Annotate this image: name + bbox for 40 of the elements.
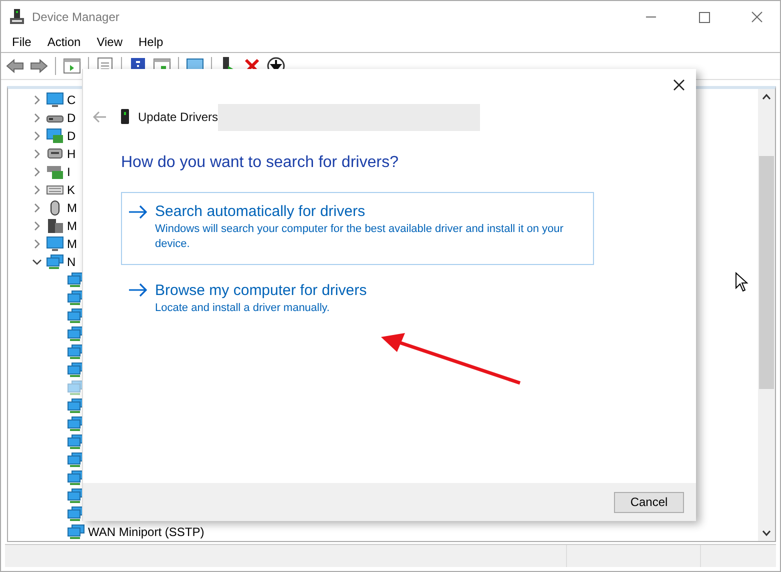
cancel-button[interactable]: Cancel: [614, 492, 684, 512]
menu-item[interactable]: File: [4, 35, 40, 49]
dialog-title: Update Drivers: [138, 110, 218, 124]
monitor-icon: [46, 236, 64, 252]
device-icon: [9, 8, 25, 24]
tree-item[interactable]: N: [67, 255, 76, 269]
option-description: Locate and install a driver manually.: [155, 300, 331, 316]
dialog-heading: How do you want to search for drivers?: [121, 154, 400, 172]
tree-item[interactable]: M: [67, 237, 77, 251]
option-description: Windows will search your computer for the best available driver and install it on your device.: [155, 222, 564, 252]
window-title: Device Manager: [32, 10, 120, 24]
forward-icon[interactable]: [29, 56, 49, 76]
menu-item[interactable]: Help: [130, 35, 172, 49]
option-title: Browse my computer for drivers: [155, 282, 367, 299]
back-icon[interactable]: [5, 56, 25, 76]
option-title: Search automatically for drivers: [155, 203, 366, 220]
monitor-icon: [46, 92, 64, 108]
network-icon: [67, 524, 85, 540]
menu-item[interactable]: View: [88, 35, 130, 49]
tree-item[interactable]: I: [67, 165, 70, 179]
scrollbar-thumb[interactable]: [759, 156, 774, 389]
tree-item[interactable]: H: [67, 147, 76, 161]
back-arrow-icon[interactable]: [92, 110, 108, 124]
device-icon: [120, 109, 130, 125]
option-link[interactable]: Search automatically for drivers Windows will search your computer for the best available driver and install it on your device.: [121, 192, 594, 265]
option-link[interactable]: Browse my computer for drivers Locate and install a driver manually.: [121, 270, 594, 329]
tree-item[interactable]: K: [67, 183, 76, 197]
arrow-icon: [128, 282, 148, 298]
close-icon[interactable]: [672, 78, 686, 92]
tree-item[interactable]: C: [67, 93, 76, 107]
window-icon[interactable]: [62, 56, 82, 76]
mouse-pointer-icon: [735, 272, 749, 292]
tree-item[interactable]: WAN Miniport (SSTP): [88, 525, 204, 539]
arrow-icon: [128, 204, 148, 220]
network-icon: [46, 254, 64, 270]
tree-item[interactable]: D: [67, 129, 76, 143]
tree-item[interactable]: M: [67, 219, 77, 233]
tree-item[interactable]: M: [67, 201, 77, 215]
tree-item[interactable]: D: [67, 111, 76, 125]
menu-item[interactable]: Action: [39, 35, 89, 49]
